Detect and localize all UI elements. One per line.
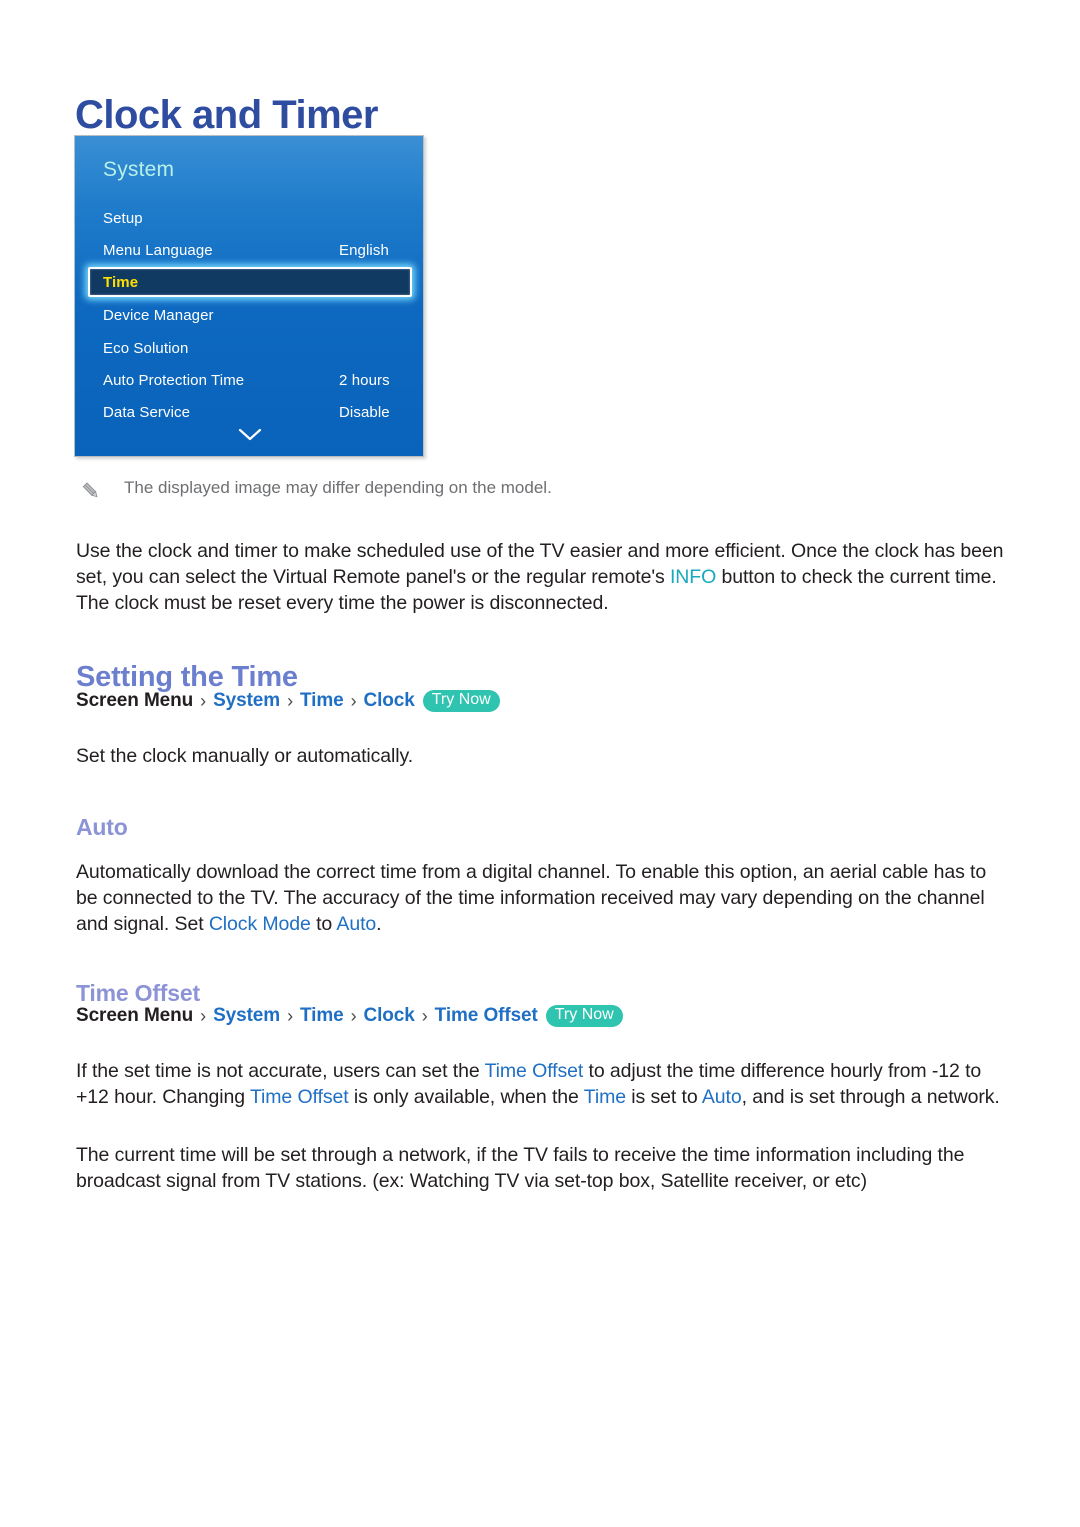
time-offset-text-5: , and is set through a network. (741, 1085, 1000, 1108)
tv-menu-item-label: Menu Language (103, 241, 213, 259)
time-offset-text-1: If the set time is not accurate, users c… (76, 1059, 485, 1082)
tv-menu-item-label: Eco Solution (103, 339, 189, 357)
breadcrumb-root: Screen Menu (76, 1005, 194, 1026)
link-auto[interactable]: Auto (336, 913, 376, 935)
page-title: Clock and Timer (75, 92, 378, 137)
subsection-heading-time-offset: Time Offset (76, 980, 200, 1006)
document-page: Clock and Timer System Setup Menu Langua… (0, 0, 1080, 1527)
time-offset-paragraph-2: The current time will be set through a n… (76, 1143, 965, 1192)
breadcrumb-item-time-offset[interactable]: Time Offset (435, 1005, 538, 1027)
tv-menu-item-label: Time (103, 273, 139, 291)
tv-menu-item-label: Setup (103, 209, 143, 227)
auto-paragraph: Automatically download the correct time … (76, 859, 1006, 937)
note-text: The displayed image may differ depending… (124, 478, 552, 497)
breadcrumb-separator: › (200, 690, 207, 711)
tv-menu-item-value: 2 hours (339, 371, 390, 389)
breadcrumb-root: Screen Menu (76, 690, 194, 711)
breadcrumb-separator: › (287, 1005, 293, 1026)
tv-menu-panel: System Setup Menu Language English Time … (74, 135, 424, 457)
breadcrumb-item-time[interactable]: Time (300, 1005, 344, 1027)
link-time[interactable]: Time (584, 1086, 626, 1108)
time-offset-text-4: is set to (625, 1085, 702, 1108)
breadcrumb-item-clock[interactable]: Clock (364, 1005, 415, 1027)
auto-text-3: . (376, 912, 382, 935)
breadcrumb-separator: › (200, 1005, 207, 1026)
tv-menu-item-label: Data Service (103, 403, 191, 421)
intro-paragraph: Use the clock and timer to make schedule… (76, 538, 1006, 616)
note-line: The displayed image may differ depending… (80, 478, 980, 507)
section-heading-setting-the-time: Setting the Time (76, 661, 298, 694)
breadcrumb-time-offset: Screen Menu › System › Time › Clock › Ti… (76, 1005, 623, 1027)
breadcrumb-item-system[interactable]: System (213, 1005, 280, 1027)
time-offset-text-3: is only available, when the (348, 1085, 584, 1108)
tv-menu-item-time[interactable]: Time (88, 267, 412, 297)
breadcrumb-separator: › (287, 690, 293, 711)
tv-menu-item-value: Disable (339, 403, 390, 421)
link-auto[interactable]: Auto (702, 1086, 742, 1108)
breadcrumb-item-clock[interactable]: Clock (364, 690, 415, 712)
breadcrumb-setting-the-time: Screen Menu › System › Time › Clock Try … (76, 690, 500, 712)
breadcrumb-item-system[interactable]: System (213, 690, 280, 712)
info-button-reference: INFO (669, 565, 717, 588)
auto-text-2: to (310, 912, 337, 935)
pencil-icon (80, 478, 106, 507)
subsection-heading-auto: Auto (76, 814, 128, 840)
link-clock-mode[interactable]: Clock Mode (209, 913, 311, 935)
setting-the-time-description: Set the clock manually or automatically. (76, 744, 414, 767)
tv-menu-item-value: English (339, 241, 389, 259)
breadcrumb-separator: › (350, 1005, 357, 1026)
tv-menu-item-data-service[interactable]: Data Service Disable (75, 396, 425, 428)
tv-menu-item-eco-solution[interactable]: Eco Solution (75, 332, 425, 364)
tv-menu-item-device-manager[interactable]: Device Manager (75, 299, 425, 331)
chevron-down-icon (238, 428, 262, 441)
link-time-offset-1[interactable]: Time Offset (485, 1060, 584, 1082)
tv-menu-item-auto-protection-time[interactable]: Auto Protection Time 2 hours (75, 364, 425, 396)
link-time-offset-2[interactable]: Time Offset (250, 1086, 349, 1108)
tv-menu-item-menu-language[interactable]: Menu Language English (75, 234, 425, 266)
breadcrumb-separator: › (350, 690, 357, 711)
tv-menu-scroll-down[interactable] (75, 428, 425, 447)
try-now-badge[interactable]: Try Now (545, 1005, 623, 1027)
tv-menu-item-label: Device Manager (103, 306, 214, 324)
tv-menu-item-setup[interactable]: Setup (75, 202, 425, 234)
breadcrumb-separator: › (421, 1005, 428, 1026)
try-now-badge[interactable]: Try Now (422, 690, 500, 712)
tv-menu-item-label: Auto Protection Time (103, 371, 245, 389)
time-offset-paragraph-1: If the set time is not accurate, users c… (76, 1058, 1006, 1110)
tv-menu-heading: System (103, 158, 175, 181)
breadcrumb-item-time[interactable]: Time (300, 690, 344, 712)
